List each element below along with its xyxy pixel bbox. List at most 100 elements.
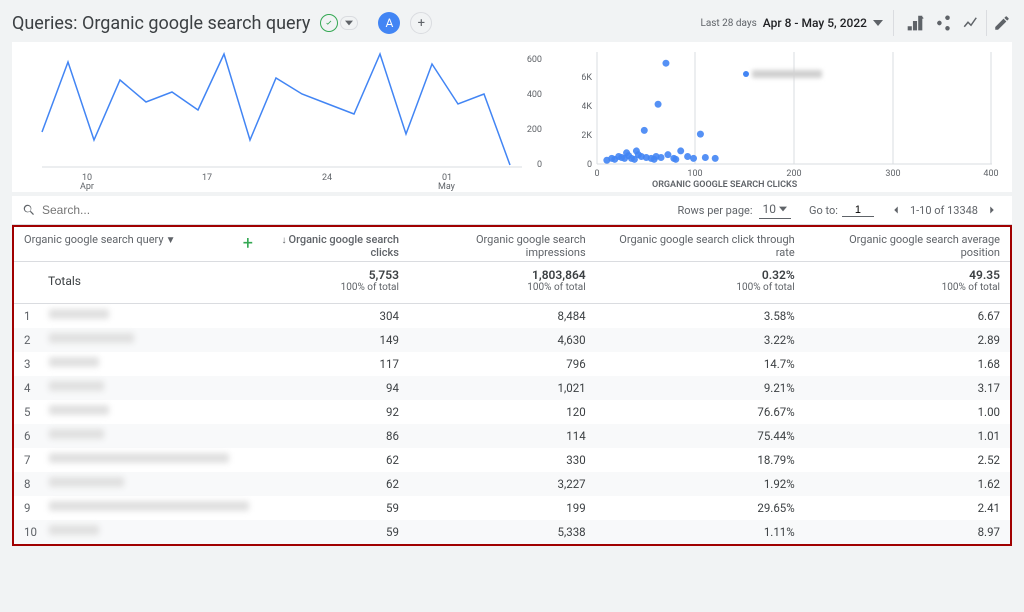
cell-clicks: 62	[259, 472, 409, 496]
row-index: 2	[14, 328, 39, 352]
table-row[interactable]: 9 x 59 199 29.65% 2.41	[14, 496, 1010, 520]
table-row[interactable]: 5 x 92 120 76.67% 1.00	[14, 400, 1010, 424]
table-row[interactable]: 8 x 62 3,227 1.92% 1.62	[14, 472, 1010, 496]
line-chart: 600 400 200 0 10 Apr 17 24 01 May	[22, 42, 562, 192]
cell-avg-position: 2.89	[805, 328, 1010, 352]
prev-page-button[interactable]	[886, 200, 906, 220]
cell-clicks: 92	[259, 400, 409, 424]
goto-label: Go to:	[809, 204, 838, 217]
col-header-ctr[interactable]: Organic google search click through rate	[596, 227, 805, 262]
scatter-chart: 0 2K 4K 6K 0 100 200 300 400 ORGANIC GOO…	[582, 42, 1002, 192]
svg-text:0: 0	[537, 160, 542, 170]
cell-ctr: 75.44%	[596, 424, 805, 448]
col-header-impressions[interactable]: Organic google search impressions	[409, 227, 596, 262]
table-row[interactable]: 2 x 149 4,630 3.22% 2.89	[14, 328, 1010, 352]
cell-impressions: 8,484	[409, 304, 596, 329]
row-index: 9	[14, 496, 39, 520]
col-header-query[interactable]: Organic google search query▼ +	[14, 227, 259, 262]
data-table: Organic google search query▼ + ↓Organic …	[14, 227, 1010, 544]
cell-ctr: 9.21%	[596, 376, 805, 400]
cell-query: x	[39, 400, 259, 424]
cell-ctr: 3.22%	[596, 328, 805, 352]
cell-query: x	[39, 520, 259, 544]
table-row[interactable]: 10 x 59 5,338 1.11% 8.97	[14, 520, 1010, 544]
date-range-picker[interactable]: Last 28 days Apr 8 - May 5, 2022	[700, 16, 883, 30]
cell-avg-position: 1.00	[805, 400, 1010, 424]
cell-ctr: 1.11%	[596, 520, 805, 544]
cell-impressions: 796	[409, 352, 596, 376]
cell-query: x	[39, 304, 259, 329]
cell-impressions: 3,227	[409, 472, 596, 496]
cell-clicks: 86	[259, 424, 409, 448]
cell-ctr: 1.92%	[596, 472, 805, 496]
row-index: 4	[14, 376, 39, 400]
svg-text:17: 17	[202, 173, 212, 183]
avatar[interactable]: A	[378, 12, 400, 34]
paging-text: 1-10 of 13348	[910, 204, 978, 217]
row-index: 5	[14, 400, 39, 424]
share-icon[interactable]	[930, 10, 956, 36]
svg-text:200: 200	[786, 169, 801, 179]
row-index: 6	[14, 424, 39, 448]
svg-text:100: 100	[687, 169, 702, 179]
svg-text:400: 400	[983, 169, 998, 179]
table-row[interactable]: 6 x 86 114 75.44% 1.01	[14, 424, 1010, 448]
svg-text:200: 200	[527, 125, 542, 135]
cell-impressions: 330	[409, 448, 596, 472]
page-title: Queries: Organic google search query	[12, 13, 310, 34]
edit-icon[interactable]	[986, 10, 1012, 36]
table-row[interactable]: 3 x 117 796 14.7% 1.68	[14, 352, 1010, 376]
row-index: 3	[14, 352, 39, 376]
cell-avg-position: 1.01	[805, 424, 1010, 448]
svg-text:0: 0	[587, 160, 592, 170]
cell-query: x	[39, 352, 259, 376]
svg-text:24: 24	[322, 173, 332, 183]
next-page-button[interactable]	[982, 200, 1002, 220]
row-index: 7	[14, 448, 39, 472]
cell-ctr: 76.67%	[596, 400, 805, 424]
cell-query: x	[39, 472, 259, 496]
svg-text:6K: 6K	[582, 73, 592, 83]
add-comparison-button[interactable]: +	[410, 12, 432, 34]
cell-avg-position: 1.68	[805, 352, 1010, 376]
cell-avg-position: 2.41	[805, 496, 1010, 520]
badge-dropdown[interactable]	[340, 16, 358, 30]
row-index: 1	[14, 304, 39, 329]
col-header-clicks[interactable]: ↓Organic google search clicks	[259, 227, 409, 262]
svg-text:400: 400	[527, 90, 542, 100]
cell-impressions: 5,338	[409, 520, 596, 544]
table-row[interactable]: 4 x 94 1,021 9.21% 3.17	[14, 376, 1010, 400]
cell-impressions: 4,630	[409, 328, 596, 352]
table-row[interactable]: 7 x 62 330 18.79% 2.52	[14, 448, 1010, 472]
cell-ctr: 3.58%	[596, 304, 805, 329]
col-header-avg-position[interactable]: Organic google search average position	[805, 227, 1010, 262]
cell-clicks: 59	[259, 520, 409, 544]
cell-avg-position: 8.97	[805, 520, 1010, 544]
add-dimension-button[interactable]: +	[243, 233, 253, 254]
search-icon	[22, 203, 36, 217]
rows-per-page-select[interactable]: 10	[759, 202, 791, 219]
cell-avg-position: 1.62	[805, 472, 1010, 496]
cell-avg-position: 2.52	[805, 448, 1010, 472]
table-row[interactable]: 1 x 304 8,484 3.58% 6.67	[14, 304, 1010, 329]
verified-badge[interactable]	[320, 14, 338, 32]
svg-text:Apr: Apr	[80, 182, 94, 192]
svg-text:0: 0	[594, 169, 599, 179]
search-input[interactable]	[42, 203, 677, 217]
cell-query: x	[39, 448, 259, 472]
insights-icon[interactable]	[958, 10, 984, 36]
cell-clicks: 59	[259, 496, 409, 520]
cell-impressions: 114	[409, 424, 596, 448]
svg-text:May: May	[438, 182, 456, 192]
cell-clicks: 117	[259, 352, 409, 376]
cell-query: x	[39, 376, 259, 400]
rows-per-page-label: Rows per page:	[677, 204, 752, 217]
cell-avg-position: 3.17	[805, 376, 1010, 400]
goto-input[interactable]	[842, 204, 874, 217]
svg-text:2K: 2K	[582, 131, 592, 141]
cell-impressions: 120	[409, 400, 596, 424]
cell-ctr: 29.65%	[596, 496, 805, 520]
svg-text:600: 600	[527, 55, 542, 65]
customize-report-icon[interactable]	[902, 10, 928, 36]
row-index: 10	[14, 520, 39, 544]
